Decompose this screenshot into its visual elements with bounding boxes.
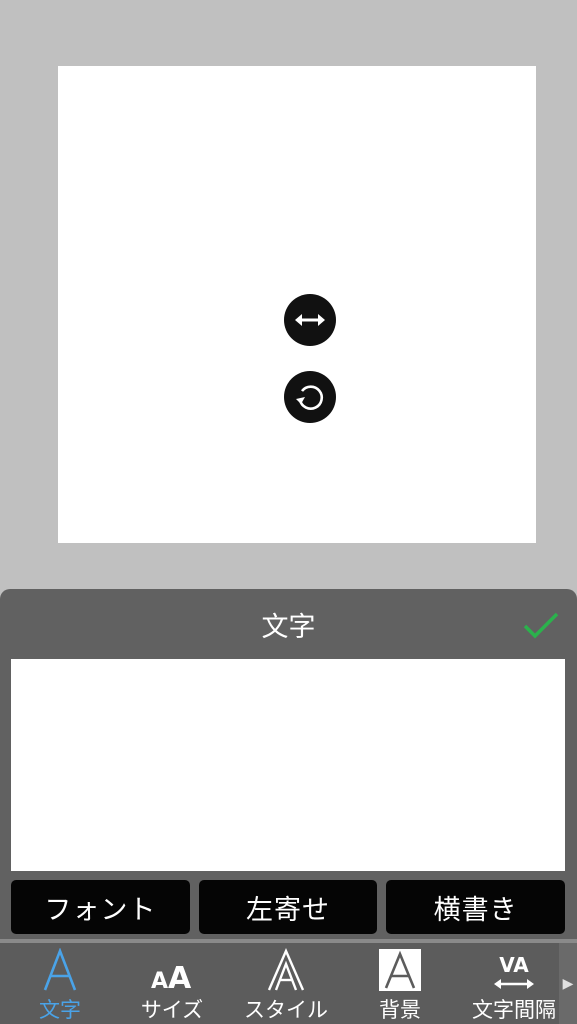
letter-background-icon [379,949,421,991]
tab-label: 文字間隔 [472,998,556,1022]
checkmark-icon [523,612,559,639]
direction-button[interactable]: 横書き [386,880,566,934]
tab-label: 文字 [39,998,81,1022]
svg-text:A: A [151,969,168,992]
rotate-icon [296,385,324,410]
tab-label: サイズ [140,998,204,1022]
font-button[interactable]: フォント [11,880,190,934]
text-options-row: フォント 左寄せ 横書き [11,880,566,934]
resize-handle[interactable] [284,294,336,346]
letter-spacing-icon: VA [494,953,534,989]
letter-a-icon [43,948,77,991]
tab-background[interactable]: 背景 [344,943,456,1024]
tab-style[interactable]: スタイル [230,943,342,1024]
tab-letter-spacing[interactable]: VA 文字間隔 [458,943,570,1024]
text-edit-panel: 文字 フォント 左寄せ 横書き 文字 A A サイズ スタイル 背景 VA 文字… [0,589,577,1024]
outline-letter-icon [267,948,305,991]
triangle-right-icon: ▶ [562,975,574,992]
svg-text:A: A [168,961,192,992]
rotate-handle[interactable] [284,371,336,423]
svg-text:VA: VA [499,953,529,977]
confirm-button[interactable] [519,609,563,643]
tool-tabbar: 文字 A A サイズ スタイル 背景 VA 文字間隔 ▶ [0,943,577,1024]
resize-horizontal-icon [295,314,325,326]
align-button[interactable]: 左寄せ [198,880,378,934]
text-input[interactable] [11,659,565,871]
scroll-more-indicator[interactable]: ▶ [559,943,577,1024]
tab-label: 背景 [379,998,421,1022]
font-size-icon: A A [151,961,192,992]
panel-title: 文字 [261,611,316,643]
tab-text[interactable]: 文字 [4,943,116,1024]
tab-label: スタイル [244,998,328,1022]
editor-canvas[interactable] [58,66,536,543]
tab-size[interactable]: A A サイズ [116,943,228,1024]
